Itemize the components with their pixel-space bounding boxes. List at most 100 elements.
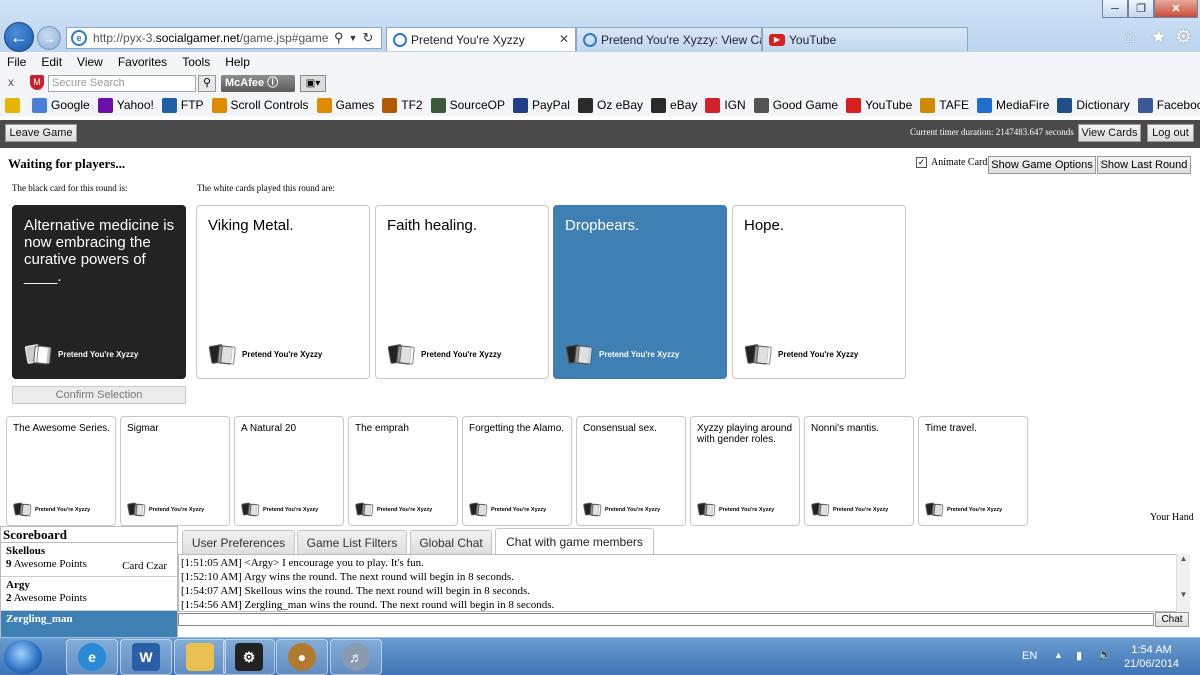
close-tab-icon[interactable]: ✕ [559, 32, 569, 46]
card-brand: Pretend You're Xyzzy [811, 502, 888, 517]
close-window-button[interactable]: ✕ [1154, 0, 1198, 18]
paypal-icon [512, 97, 528, 113]
favorite-link[interactable]: FTP [161, 97, 204, 113]
hand-card[interactable]: Consensual sex. Pretend You're Xyzzy [576, 416, 686, 526]
taskbar-word[interactable]: W [120, 639, 172, 675]
mcafee-shield-icon: M [30, 75, 44, 90]
tab-game-list-filters[interactable]: Game List Filters [297, 530, 407, 554]
favorite-link[interactable]: MediaFire [977, 97, 1049, 113]
tab-pyx[interactable]: Pretend You're Xyzzy ✕ [386, 27, 576, 51]
hand-card[interactable]: The Awesome Series. Pretend You're Xyzzy [6, 416, 116, 526]
cards-logo-icon [811, 502, 831, 517]
favorite-link[interactable]: PayPal [512, 97, 570, 113]
back-button[interactable]: ← [4, 22, 34, 52]
hand-card[interactable]: A Natural 20 Pretend You're Xyzzy [234, 416, 344, 526]
hand-card[interactable]: Time travel. Pretend You're Xyzzy [918, 416, 1028, 526]
games-icon [316, 97, 332, 113]
show-last-round-button[interactable]: Show Last Round [1097, 156, 1191, 174]
menu-file[interactable]: File [7, 55, 26, 69]
clock[interactable]: 1:54 AM 21/06/2014 [1124, 643, 1179, 671]
played-card[interactable]: Hope. Pretend You're Xyzzy [732, 205, 906, 379]
favorite-link[interactable]: IGN [705, 97, 746, 113]
usb-icon[interactable]: ▮ [1076, 649, 1082, 662]
tab-global-chat[interactable]: Global Chat [410, 530, 492, 554]
animate-cards-toggle[interactable]: ✓ Animate Cards [916, 157, 991, 168]
forward-button[interactable]: → [37, 26, 61, 50]
menu-favorites[interactable]: Favorites [118, 55, 167, 69]
hand-card[interactable]: Nonni's mantis. Pretend You're Xyzzy [804, 416, 914, 526]
gear-icon[interactable]: ⚙ [1175, 26, 1192, 49]
hand-card[interactable]: Xyzzy playing around with gender roles. P… [690, 416, 800, 526]
home-icon[interactable]: ⌂ [1124, 26, 1135, 48]
played-card-selected[interactable]: Dropbears. Pretend You're Xyzzy [553, 205, 727, 379]
favorite-link[interactable]: SourceOP [430, 97, 505, 113]
search-icon[interactable]: ⚲ [334, 30, 344, 46]
favorite-link[interactable]: TF2 [382, 97, 423, 113]
favorite-link[interactable]: Google [32, 97, 90, 113]
show-game-options-button[interactable]: Show Game Options [988, 156, 1096, 174]
card-text: Forgetting the Alamo. [469, 423, 565, 434]
start-button[interactable] [4, 640, 42, 674]
favorite-link[interactable]: YouTube [846, 97, 912, 113]
ie-tab-icon [583, 32, 597, 47]
maximize-button[interactable]: ❐ [1128, 0, 1154, 18]
favorite-link[interactable]: eBay [651, 97, 697, 113]
google-icon [32, 97, 47, 113]
favorite-link[interactable]: Scroll Controls [211, 97, 309, 113]
taskbar-volume-app[interactable]: ♬ [330, 639, 382, 675]
player-name: Zergling_man [6, 613, 73, 625]
dropdown-icon[interactable]: ▼ [349, 33, 358, 43]
cards-logo-icon [565, 343, 595, 365]
hand-card[interactable]: The emprah Pretend You're Xyzzy [348, 416, 458, 526]
leave-game-button[interactable]: Leave Game [5, 124, 77, 142]
refresh-icon[interactable]: ↻ [362, 30, 373, 46]
confirm-selection-button[interactable]: Confirm Selection [12, 386, 186, 404]
menu-help[interactable]: Help [225, 55, 250, 69]
menu-edit[interactable]: Edit [41, 55, 62, 69]
chat-input[interactable] [178, 613, 1154, 626]
favorite-link[interactable]: Games [316, 97, 374, 113]
favorite-link[interactable]: Dictionary [1057, 97, 1130, 113]
favorite-link[interactable] [5, 97, 24, 113]
favorite-label: Oz eBay [596, 98, 644, 112]
taskbar-ie[interactable]: e [66, 639, 118, 675]
taskbar-steam[interactable]: ⚙ [223, 639, 275, 675]
tab-chat-game-members[interactable]: Chat with game members [495, 528, 654, 554]
menu-view[interactable]: View [77, 55, 103, 69]
toolbar-options-button[interactable]: ▣▾ [300, 75, 326, 92]
taskbar-explorer[interactable] [174, 639, 226, 675]
played-card[interactable]: Faith healing. Pretend You're Xyzzy [375, 205, 549, 379]
tab-view-cards[interactable]: Pretend You're Xyzzy: View Car... [576, 27, 762, 51]
timer-duration: Current timer duration: 2147483.647 seco… [910, 127, 1074, 137]
favorites-star-icon[interactable]: ★ [1150, 26, 1167, 49]
tab-youtube[interactable]: ▶ YouTube [762, 27, 968, 51]
chat-scrollbar[interactable]: ▲ ▼ [1176, 554, 1190, 612]
favorite-link[interactable]: Good Game [753, 97, 838, 113]
hand-card[interactable]: Forgetting the Alamo. Pretend You're Xyzz… [462, 416, 572, 526]
view-cards-button[interactable]: View Cards [1078, 124, 1141, 142]
player-row: Skellous 9 Awesome Points Card Czar [1, 543, 177, 577]
favorite-link[interactable]: Oz eBay [577, 97, 644, 113]
favorite-link[interactable]: Facebook [1137, 97, 1200, 113]
language-indicator[interactable]: EN [1022, 650, 1037, 662]
favorite-link[interactable]: TAFE [920, 97, 969, 113]
address-bar[interactable]: e http://pyx-3.socialgamer.net/game.jsp#… [66, 27, 382, 49]
search-button[interactable]: ⚲ [198, 75, 216, 92]
mcafee-button[interactable]: McAfee ⓘ [221, 75, 295, 92]
secure-search-input[interactable]: Secure Search [48, 75, 196, 92]
tray-arrow-icon[interactable]: ▲ [1054, 650, 1063, 660]
animate-checkbox[interactable]: ✓ [916, 157, 927, 168]
sourceop-icon [430, 97, 446, 113]
hand-card[interactable]: Sigmar Pretend You're Xyzzy [120, 416, 230, 526]
taskbar-paint[interactable]: ● [276, 639, 328, 675]
menu-tools[interactable]: Tools [182, 55, 210, 69]
tab-user-preferences[interactable]: User Preferences [182, 530, 295, 554]
volume-icon[interactable]: 🔈 [1098, 648, 1112, 661]
toolbar-close-button[interactable]: x [8, 75, 14, 89]
log-out-button[interactable]: Log out [1147, 124, 1194, 142]
favorite-link[interactable]: Yahoo! [97, 97, 154, 113]
minimize-button[interactable]: ─ [1102, 0, 1128, 18]
ebay-icon [651, 97, 667, 113]
chat-send-button[interactable]: Chat [1155, 612, 1189, 627]
played-card[interactable]: Viking Metal. Pretend You're Xyzzy [196, 205, 370, 379]
